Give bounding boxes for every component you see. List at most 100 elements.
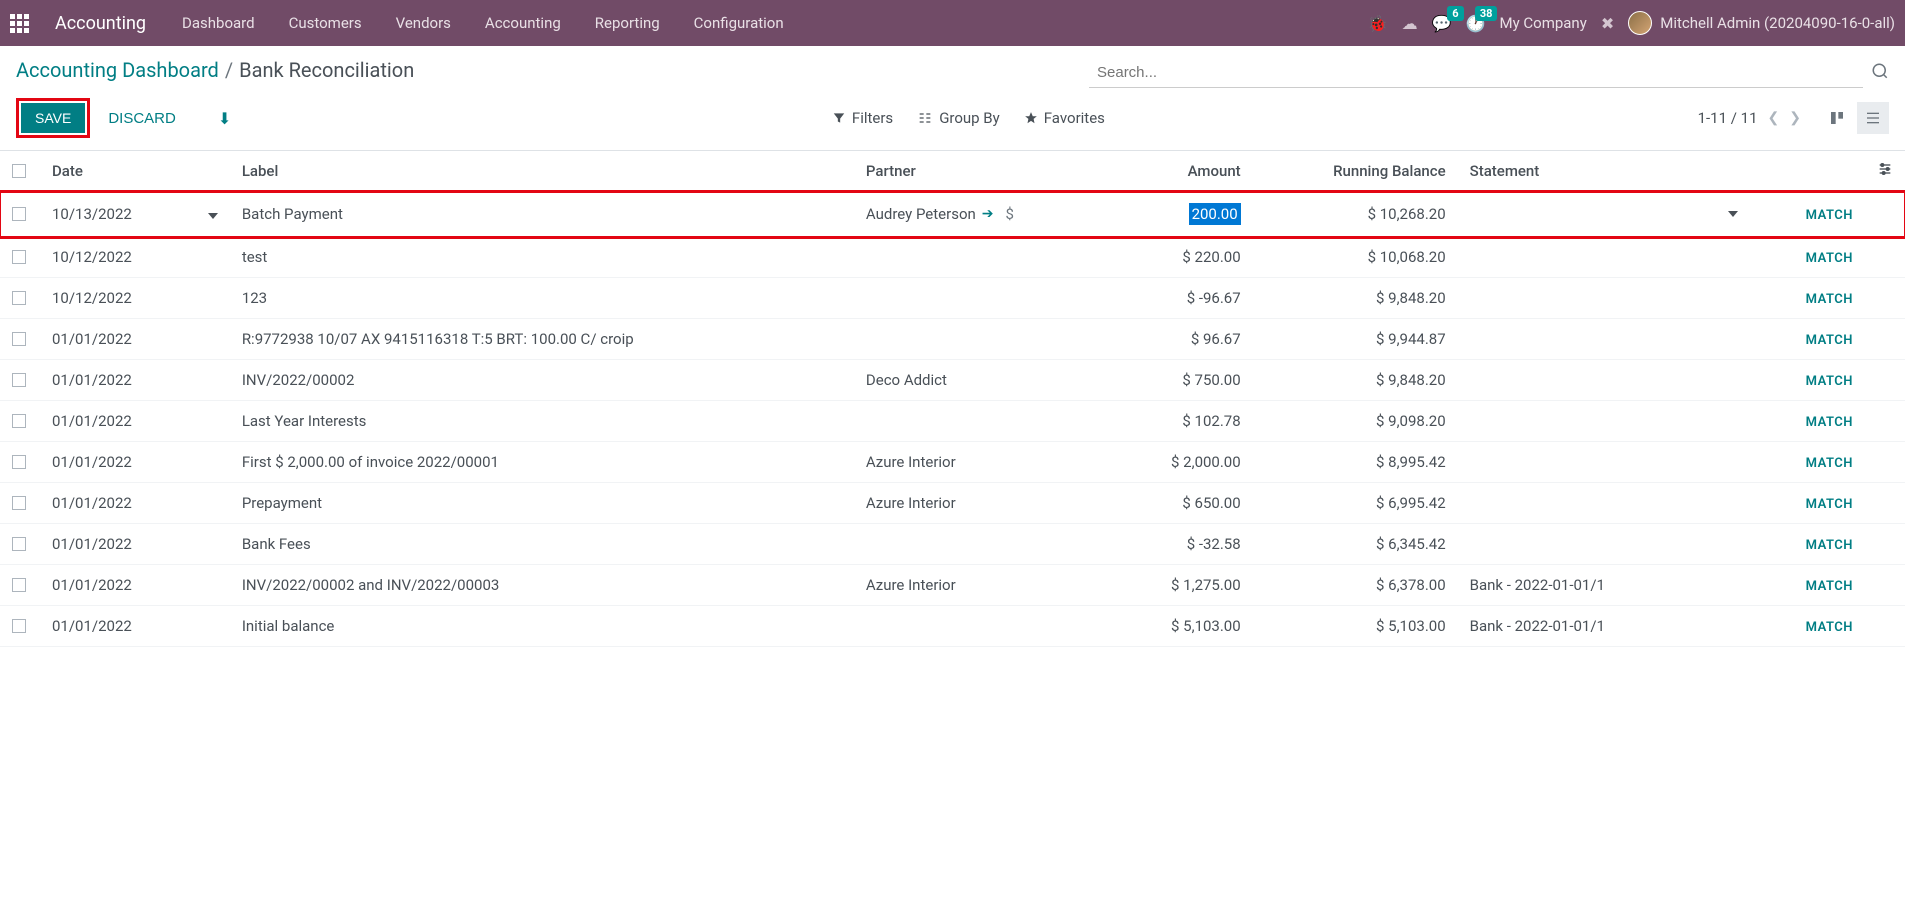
row-checkbox[interactable] (12, 414, 26, 428)
discard-button[interactable]: DISCARD (96, 103, 188, 134)
header-date[interactable]: Date (40, 151, 196, 192)
row-checkbox[interactable] (12, 537, 26, 551)
app-name[interactable]: Accounting (55, 13, 146, 34)
table-row[interactable]: 01/01/2022 INV/2022/00002 and INV/2022/0… (0, 565, 1905, 606)
amount-field-editing[interactable]: 200.00 (1189, 203, 1241, 225)
activities-icon[interactable]: 🕐38 (1466, 14, 1486, 33)
search-input[interactable] (1089, 58, 1863, 88)
search-icon[interactable] (1871, 62, 1889, 84)
save-button[interactable]: SAVE (21, 103, 85, 133)
support-icon[interactable]: ☁ (1402, 14, 1418, 33)
messages-icon[interactable]: 💬6 (1432, 14, 1452, 33)
breadcrumb-parent[interactable]: Accounting Dashboard (16, 58, 219, 82)
navbar-left: Accounting Dashboard Customers Vendors A… (10, 10, 792, 36)
row-checkbox[interactable] (12, 332, 26, 346)
match-button[interactable]: MATCH (1806, 579, 1853, 594)
breadcrumb: Accounting Dashboard / Bank Reconciliati… (16, 58, 414, 82)
date-cell: 01/01/2022 (40, 401, 196, 442)
header-partner[interactable]: Partner (854, 151, 1112, 192)
company-name[interactable]: My Company (1499, 14, 1586, 32)
row-checkbox[interactable] (12, 496, 26, 510)
match-button[interactable]: MATCH (1806, 415, 1853, 430)
pager: 1-11 / 11 ❮ ❯ (1698, 109, 1801, 127)
statement-cell[interactable] (1458, 192, 1758, 237)
table-row[interactable]: 10/12/2022 test $ 220.00 $ 10,068.20 MAT… (0, 237, 1905, 278)
amount-cell: $ 1,275.00 (1171, 576, 1241, 594)
partner-cell: Azure Interior (866, 576, 956, 594)
table-row[interactable]: 01/01/2022 Bank Fees $ -32.58 $ 6,345.42… (0, 524, 1905, 565)
table-row[interactable]: 10/13/2022 Batch Payment Audrey Peterson… (0, 192, 1905, 237)
apps-icon[interactable] (10, 14, 29, 33)
row-expand-icon[interactable] (208, 213, 218, 219)
row-checkbox[interactable] (12, 291, 26, 305)
row-checkbox[interactable] (12, 578, 26, 592)
table-row[interactable]: 01/01/2022 INV/2022/00002 Deco Addict $ … (0, 360, 1905, 401)
match-button[interactable]: MATCH (1806, 333, 1853, 348)
statement-cell[interactable] (1458, 442, 1758, 483)
statement-cell[interactable] (1458, 401, 1758, 442)
header-settings (1865, 151, 1905, 192)
label-cell: 123 (230, 278, 854, 319)
statement-cell[interactable] (1458, 237, 1758, 278)
nav-dashboard[interactable]: Dashboard (174, 10, 263, 36)
tools-icon[interactable]: ✖ (1601, 14, 1614, 33)
groupby-button[interactable]: Group By (917, 109, 1000, 127)
date-cell: 10/12/2022 (40, 278, 196, 319)
table-header-row: Date Label Partner Amount Running Balanc… (0, 151, 1905, 192)
partner-open-icon[interactable]: ➔ (982, 206, 994, 222)
partner-field-editing[interactable]: Audrey Peterson ➔$ (866, 205, 1014, 223)
table-row[interactable]: 01/01/2022 Initial balance $ 5,103.00 $ … (0, 606, 1905, 647)
row-checkbox[interactable] (12, 619, 26, 633)
statement-cell[interactable] (1458, 360, 1758, 401)
row-checkbox[interactable] (12, 373, 26, 387)
nav-vendors[interactable]: Vendors (388, 10, 459, 36)
running-balance-cell: $ 10,268.20 (1253, 192, 1458, 237)
match-button[interactable]: MATCH (1806, 292, 1853, 307)
row-checkbox[interactable] (12, 455, 26, 469)
date-cell: 01/01/2022 (40, 565, 196, 606)
row-checkbox[interactable] (12, 207, 26, 221)
match-button[interactable]: MATCH (1806, 251, 1853, 266)
amount-cell: $ -32.58 (1187, 535, 1241, 553)
table-row[interactable]: 01/01/2022 First $ 2,000.00 of invoice 2… (0, 442, 1905, 483)
header-label[interactable]: Label (230, 151, 854, 192)
pager-prev[interactable]: ❮ (1768, 110, 1780, 126)
match-button[interactable]: MATCH (1806, 456, 1853, 471)
list-view-button[interactable] (1857, 102, 1889, 134)
statement-cell[interactable] (1458, 278, 1758, 319)
statement-dropdown-icon[interactable] (1728, 211, 1738, 217)
pager-range[interactable]: 1-11 / 11 (1698, 109, 1758, 127)
match-button[interactable]: MATCH (1806, 538, 1853, 553)
nav-configuration[interactable]: Configuration (686, 10, 792, 36)
row-checkbox[interactable] (12, 250, 26, 264)
debug-icon[interactable]: 🐞 (1368, 14, 1388, 33)
table-row[interactable]: 10/12/2022 123 $ -96.67 $ 9,848.20 MATCH (0, 278, 1905, 319)
filters-button[interactable]: Filters (832, 109, 893, 127)
statement-cell[interactable] (1458, 319, 1758, 360)
column-settings-icon[interactable] (1877, 163, 1893, 181)
match-button[interactable]: MATCH (1806, 497, 1853, 512)
table-row[interactable]: 01/01/2022 Last Year Interests $ 102.78 … (0, 401, 1905, 442)
favorites-button[interactable]: Favorites (1024, 109, 1105, 127)
match-button[interactable]: MATCH (1806, 620, 1853, 635)
nav-reporting[interactable]: Reporting (587, 10, 668, 36)
download-button[interactable]: ⬇ (194, 102, 239, 135)
table-row[interactable]: 01/01/2022 Prepayment Azure Interior $ 6… (0, 483, 1905, 524)
nav-accounting[interactable]: Accounting (477, 10, 569, 36)
select-all-checkbox[interactable] (12, 164, 26, 178)
header-running-balance[interactable]: Running Balance (1253, 151, 1458, 192)
pager-next[interactable]: ❯ (1789, 110, 1801, 126)
statement-cell[interactable] (1458, 483, 1758, 524)
nav-customers[interactable]: Customers (281, 10, 370, 36)
statement-cell[interactable] (1458, 524, 1758, 565)
header-statement[interactable]: Statement (1458, 151, 1758, 192)
kanban-view-button[interactable] (1821, 102, 1853, 134)
user-menu[interactable]: Mitchell Admin (20204090-16-0-all) (1628, 11, 1895, 35)
statement-cell[interactable]: Bank - 2022-01-01/1 (1458, 565, 1758, 606)
match-button[interactable]: MATCH (1806, 374, 1853, 389)
list-view: Date Label Partner Amount Running Balanc… (0, 150, 1905, 647)
match-button[interactable]: MATCH (1806, 208, 1853, 223)
header-amount[interactable]: Amount (1112, 151, 1253, 192)
statement-cell[interactable]: Bank - 2022-01-01/1 (1458, 606, 1758, 647)
table-row[interactable]: 01/01/2022 R:9772938 10/07 AX 9415116318… (0, 319, 1905, 360)
